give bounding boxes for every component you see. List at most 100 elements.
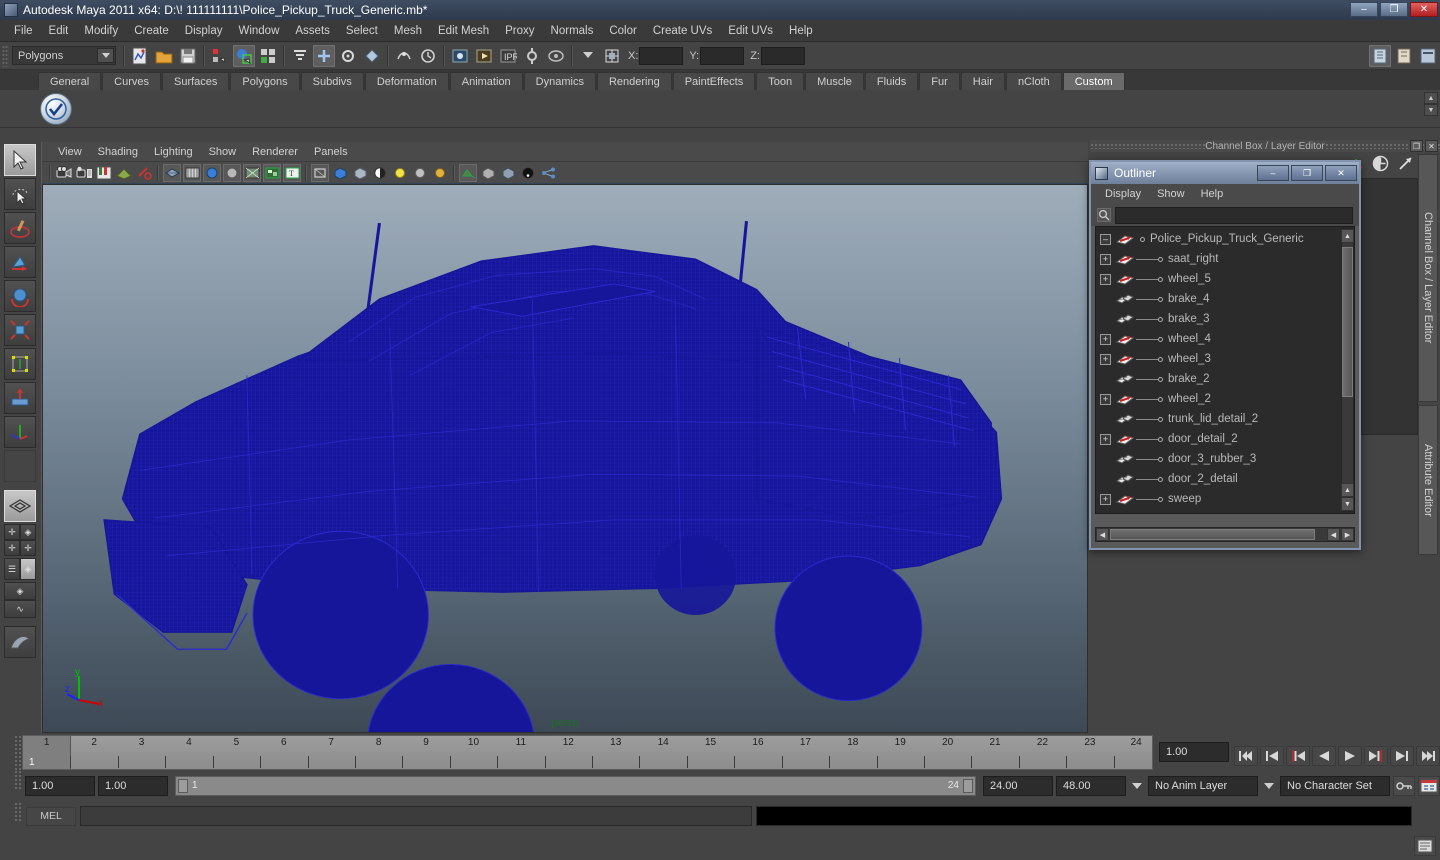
outliner-row[interactable]: + sweep: [1096, 489, 1354, 509]
command-language-button[interactable]: MEL: [26, 806, 76, 826]
shelf-scroll-buttons[interactable]: ▲ ▼: [1424, 92, 1438, 116]
playback-end-time-field[interactable]: 24.00: [983, 776, 1053, 796]
menu-window[interactable]: Window: [230, 22, 287, 40]
shelf-check-icon[interactable]: [40, 92, 72, 125]
image-plane-icon[interactable]: [115, 164, 133, 182]
no-lights-icon[interactable]: [519, 164, 537, 182]
menu-edit[interactable]: Edit: [41, 22, 77, 40]
sidetab-channel-box-layer-editor[interactable]: Channel Box / Layer Editor: [1418, 154, 1438, 402]
channel-box-clock-icon[interactable]: [1372, 155, 1389, 175]
shade-options-icon[interactable]: [243, 163, 261, 182]
shelf-tab-subdivs[interactable]: Subdivs: [300, 72, 364, 90]
snap-to-curves-icon[interactable]: [313, 44, 335, 67]
select-by-object-type-icon[interactable]: [233, 44, 255, 67]
menu-edit-uvs[interactable]: Edit UVs: [720, 22, 781, 40]
play-backwards-button[interactable]: [1312, 746, 1336, 766]
shelf-scroll-down-icon[interactable]: ▼: [1424, 104, 1438, 116]
play-forwards-button[interactable]: [1338, 746, 1362, 766]
menu-file[interactable]: File: [6, 22, 41, 40]
dock-close-button[interactable]: ✕: [1425, 140, 1438, 152]
step-forward-frame-button[interactable]: [1364, 746, 1388, 766]
outliner-scroll-down-icon[interactable]: ▲: [1341, 483, 1354, 497]
outliner-scroll-bottom-icon[interactable]: ▼: [1341, 497, 1354, 511]
show-hide-tool-settings-icon[interactable]: [1417, 45, 1439, 67]
move-tool-button[interactable]: [4, 246, 36, 278]
truck-wireframe-model[interactable]: [43, 185, 1087, 732]
menu-normals[interactable]: Normals: [543, 22, 602, 40]
shelf-tab-painteffects[interactable]: PaintEffects: [672, 72, 756, 90]
outliner-menu-display[interactable]: Display: [1097, 186, 1149, 202]
soft-modification-tool-button[interactable]: [4, 382, 36, 414]
animation-preferences-icon[interactable]: [1418, 776, 1440, 796]
show-hide-attribute-editor-icon[interactable]: [1393, 45, 1415, 67]
scale-tool-button[interactable]: [4, 314, 36, 346]
outliner-row[interactable]: + saat_right: [1096, 249, 1354, 269]
layout-persp-graph-button[interactable]: ✛: [4, 540, 20, 556]
show-manipulator-tool-button[interactable]: [4, 416, 36, 448]
time-slider-grip[interactable]: [14, 735, 22, 770]
light-grey-icon[interactable]: [411, 164, 429, 182]
outliner-row[interactable]: + wheel_5: [1096, 269, 1354, 289]
render-current-frame-icon[interactable]: [473, 45, 495, 67]
shelf-tab-curves[interactable]: Curves: [102, 72, 161, 90]
shelf-tab-fur[interactable]: Fur: [919, 72, 960, 90]
shelf-tab-deformation[interactable]: Deformation: [364, 72, 449, 90]
outliner-item-label[interactable]: saat_right: [1168, 253, 1219, 265]
menu-mesh[interactable]: Mesh: [386, 22, 430, 40]
outliner-window[interactable]: Outliner – ❐ ✕ Display Show Help – Polic…: [1089, 160, 1361, 550]
outliner-row[interactable]: + wheel_4: [1096, 329, 1354, 349]
shelf-tab-fluids[interactable]: Fluids: [864, 72, 919, 90]
z-input[interactable]: [760, 46, 805, 65]
shelf-tab-polygons[interactable]: Polygons: [230, 72, 300, 90]
outliner-vscrollbar[interactable]: ▲ ▲ ▼: [1341, 228, 1354, 512]
command-input[interactable]: [80, 806, 752, 826]
toolbar-grip[interactable]: [2, 44, 8, 67]
viewport-2-icon[interactable]: [499, 164, 517, 182]
expand-icon[interactable]: +: [1100, 353, 1111, 365]
expand-icon[interactable]: +: [1100, 273, 1111, 285]
outliner-item-label[interactable]: wheel_5: [1168, 273, 1211, 285]
outliner-tree[interactable]: – Police_Pickup_Truck_Generic + saat_rig…: [1095, 226, 1355, 514]
shelf-tab-toon[interactable]: Toon: [756, 72, 805, 90]
range-slider-grip[interactable]: [14, 770, 22, 790]
outliner-item-label[interactable]: wheel_3: [1168, 353, 1211, 365]
menu-edit-mesh[interactable]: Edit Mesh: [430, 22, 497, 40]
viewport-menu-show[interactable]: Show: [201, 144, 245, 160]
animation-end-time-field[interactable]: 48.00: [1056, 776, 1126, 796]
go-to-start-button[interactable]: [1234, 746, 1258, 766]
outliner-item-label[interactable]: door_2_detail: [1168, 473, 1238, 485]
outliner-search-input[interactable]: [1115, 206, 1353, 224]
outliner-vscroll-thumb[interactable]: [1342, 247, 1353, 397]
help-line-icon[interactable]: [1414, 836, 1436, 856]
text-display-icon[interactable]: T: [283, 163, 301, 182]
expand-icon[interactable]: +: [1100, 333, 1111, 345]
outliner-row[interactable]: + door_2_detail: [1096, 469, 1354, 489]
expand-icon[interactable]: +: [1100, 253, 1111, 265]
shelf-tab-animation[interactable]: Animation: [449, 72, 523, 90]
shelf-tab-muscle[interactable]: Muscle: [805, 72, 864, 90]
dock-restore-button[interactable]: ❐: [1410, 140, 1423, 152]
select-by-hierarchy-icon[interactable]: [209, 45, 231, 67]
make-live-icon[interactable]: [393, 45, 415, 67]
isolate-select-icon[interactable]: [479, 164, 497, 182]
flat-shade-icon[interactable]: [223, 163, 241, 182]
x-input[interactable]: [639, 46, 684, 65]
menu-color[interactable]: Color: [601, 22, 644, 40]
outliner-item-label[interactable]: wheel_2: [1168, 393, 1211, 405]
y-input[interactable]: [700, 46, 745, 65]
shade-cube-blue-icon[interactable]: [331, 164, 349, 182]
last-tool-used-button[interactable]: [4, 450, 36, 482]
outliner-item-label[interactable]: sweep: [1168, 493, 1201, 505]
shadows-icon[interactable]: [459, 163, 477, 182]
texture-display-icon[interactable]: [263, 163, 281, 182]
shelf-tab-dynamics[interactable]: Dynamics: [523, 72, 596, 90]
transform-mode-icon[interactable]: [601, 45, 623, 67]
layout-single-perspective-button[interactable]: [4, 490, 36, 522]
menu-create-uvs[interactable]: Create UVs: [645, 22, 720, 40]
outliner-row[interactable]: + brake_2: [1096, 369, 1354, 389]
anim-layer-chevron-down-icon[interactable]: [1129, 776, 1145, 796]
outliner-hscroll-thumb[interactable]: [1110, 529, 1315, 540]
shade-cube-grey-icon[interactable]: [351, 164, 369, 182]
layout-persp-panel-button[interactable]: ◈: [20, 558, 36, 580]
character-set-selector[interactable]: No Character Set: [1280, 776, 1390, 796]
